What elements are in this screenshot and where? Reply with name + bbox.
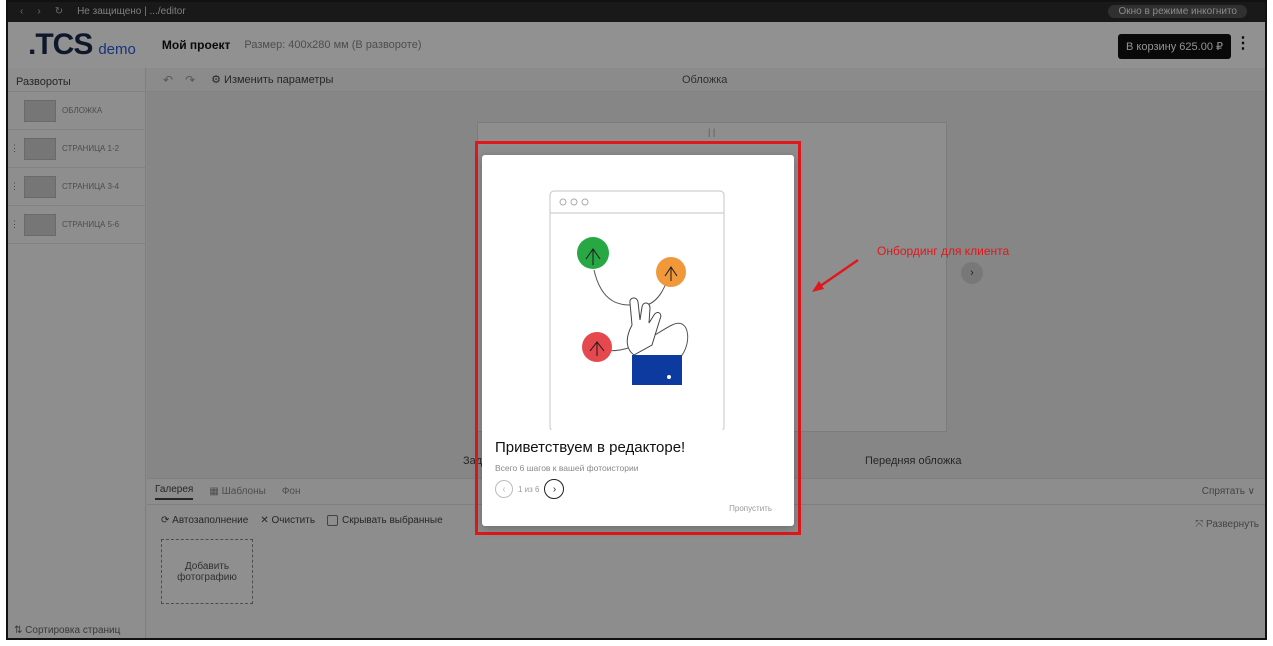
annotation-arrow-icon (812, 259, 859, 292)
onboarding-illustration (549, 190, 725, 430)
cuff-button (667, 375, 671, 379)
onboarding-title: Приветствуем в редакторе! (495, 439, 686, 456)
skip-button[interactable]: Пропустить (729, 504, 772, 513)
next-step-button[interactable]: › (544, 479, 565, 499)
step-counter: 1 из 6 (518, 484, 540, 494)
onboarding-nav: ‹ 1 из 6 › (495, 479, 565, 499)
annotation-label: Онбординг для клиента (877, 244, 1010, 258)
onboarding-subtitle: Всего 6 шагов к вашей фотоистории (495, 463, 639, 473)
sleeve-cuff (632, 355, 682, 385)
prev-step-button[interactable]: ‹ (495, 480, 513, 498)
onboarding-modal: Приветствуем в редакторе! Всего 6 шагов … (482, 155, 794, 526)
